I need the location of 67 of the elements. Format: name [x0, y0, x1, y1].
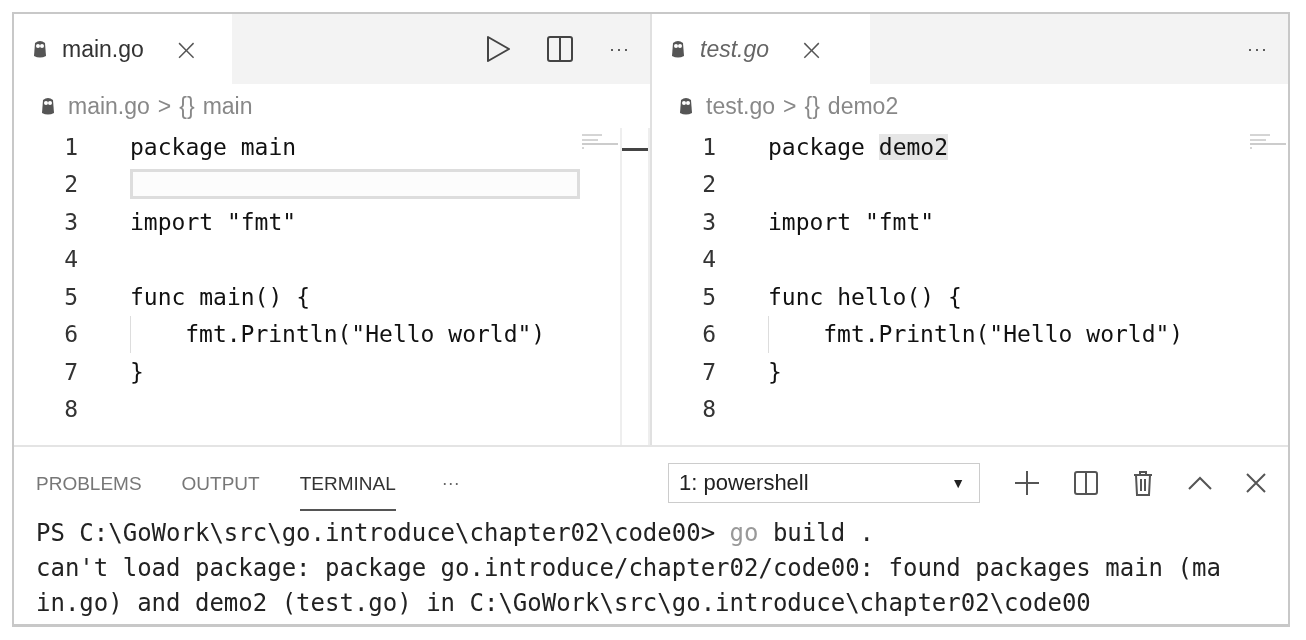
- code-text: func main() {: [130, 283, 310, 310]
- minimap-drawing: [1248, 132, 1288, 152]
- more-tabs-button[interactable]: ···: [435, 471, 466, 495]
- line-number: 6: [701, 321, 717, 348]
- split-editor-icon[interactable]: [547, 36, 573, 62]
- line-number: 7: [63, 358, 79, 385]
- line-number: 2: [701, 171, 717, 198]
- gopher-icon: [40, 96, 56, 116]
- breadcrumb-symbol[interactable]: demo2: [827, 92, 899, 120]
- terminal-text: can't load package: package go.introduce/chapter02/code00: found packages main (ma: [36, 554, 1221, 582]
- panel-tab[interactable]: OUTPUT: [181, 455, 260, 511]
- code-text: import "fmt": [130, 208, 297, 235]
- breadcrumb-separator: >: [157, 92, 172, 120]
- gopher-icon: [670, 39, 686, 59]
- terminal-select[interactable]: 1: powershell ▼: [668, 463, 980, 503]
- terminal-text: PS C:\GoWork\src\go.introduce\chapter02\code00>: [36, 519, 717, 547]
- editor-tab[interactable]: main.go ×: [14, 14, 232, 84]
- add-icon[interactable]: [1014, 470, 1040, 496]
- code-text: func hello() {: [768, 283, 962, 310]
- minimap-drawing: [580, 132, 620, 152]
- editor-tab[interactable]: test.go ×: [652, 14, 870, 84]
- code-text: demo2: [878, 133, 949, 160]
- panel-tab[interactable]: TERMINAL: [299, 455, 396, 511]
- terminal-text: go: [729, 519, 759, 547]
- more-actions-button[interactable]: ···: [609, 38, 630, 60]
- breadcrumb-file[interactable]: main.go: [68, 92, 150, 120]
- gopher-icon: [678, 96, 694, 116]
- terminal-text: build .: [771, 519, 875, 547]
- code-text: fmt.Println("Hello world"): [185, 321, 546, 348]
- line-number: 8: [701, 396, 717, 423]
- scrollbar-marker: [622, 148, 648, 151]
- code-text: package: [768, 133, 866, 160]
- breadcrumb-symbol[interactable]: main: [202, 92, 253, 120]
- run-icon[interactable]: [485, 35, 511, 63]
- terminal-text: in.go) and demo2 (test.go) in C:\GoWork\src\go.introduce\chapter02\code00: [36, 589, 1091, 617]
- line-number: 1: [63, 133, 79, 160]
- code-text: package main: [130, 133, 297, 160]
- line-number: 5: [63, 283, 79, 310]
- code-text: fmt.Println("Hello world"): [823, 321, 1184, 348]
- more-actions-button[interactable]: ···: [1247, 38, 1268, 60]
- code-text: }: [768, 358, 782, 385]
- breadcrumb-file[interactable]: test.go: [706, 92, 776, 120]
- symbol-icon: {}: [804, 92, 820, 120]
- tab-label: test.go: [700, 35, 770, 63]
- line-number: 4: [701, 246, 717, 273]
- symbol-icon: {}: [179, 92, 195, 120]
- trash-icon[interactable]: [1132, 470, 1154, 496]
- line-number: 7: [701, 358, 717, 385]
- breadcrumb-separator: >: [783, 92, 797, 120]
- line-number: 6: [63, 321, 79, 348]
- line-number: 8: [63, 396, 79, 423]
- line-number: 3: [63, 208, 79, 235]
- line-number: 2: [63, 171, 79, 198]
- split-terminal-icon[interactable]: [1074, 471, 1098, 495]
- close-icon[interactable]: [1246, 473, 1266, 493]
- tab-label: main.go: [62, 35, 144, 63]
- gopher-icon: [32, 39, 48, 59]
- code-text: }: [130, 358, 144, 385]
- line-number: 1: [701, 133, 717, 160]
- code-text: import "fmt": [768, 208, 935, 235]
- line-number: 3: [701, 208, 717, 235]
- line-number: 4: [63, 246, 79, 273]
- line-number: 5: [701, 283, 717, 310]
- close-tab-button[interactable]: ×: [799, 31, 825, 67]
- chevron-up-icon[interactable]: [1188, 476, 1212, 490]
- panel-tab[interactable]: PROBLEMS: [36, 455, 142, 511]
- close-tab-button[interactable]: ×: [173, 31, 199, 67]
